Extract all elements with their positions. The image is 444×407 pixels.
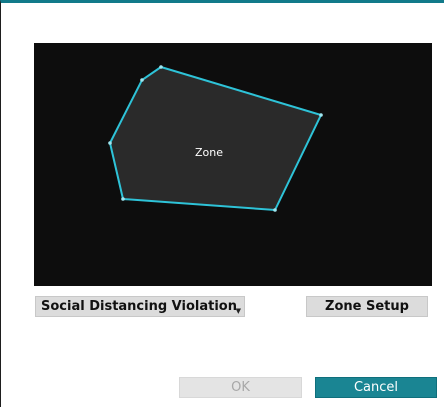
dropdown-arrow-icon: ▼ [235,307,241,315]
zone-vertex-handle[interactable] [319,113,323,117]
zone-vertex-handle[interactable] [140,78,144,82]
zone-dialog: Zone Social Distancing Violation ▼ Zone … [0,0,444,407]
event-type-select[interactable]: Social Distancing Violation ▼ [35,296,245,317]
zone-vertex-handle[interactable] [159,65,163,69]
zone-vertex-handle[interactable] [121,197,125,201]
zone-vertex-handle[interactable] [273,208,277,212]
ok-button[interactable]: OK [179,377,302,398]
zone-vertex-handle[interactable] [108,141,112,145]
zone-overlay: Zone [108,65,323,212]
zone-setup-button[interactable]: Zone Setup [306,296,428,317]
video-preview[interactable]: Zone [34,43,432,286]
event-type-value: Social Distancing Violation [41,299,237,314]
cancel-button[interactable]: Cancel [315,377,437,398]
zone-polygon[interactable] [108,65,323,212]
zone-label: Zone [195,146,223,159]
